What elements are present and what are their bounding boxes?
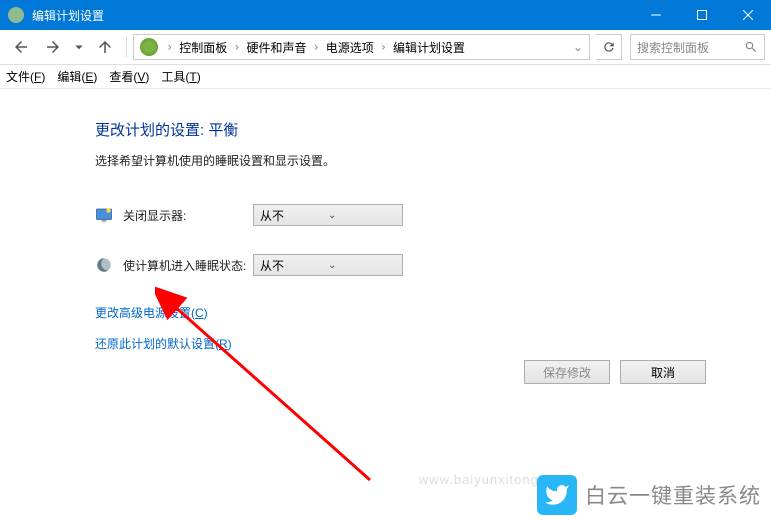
- maximize-button[interactable]: [679, 0, 725, 30]
- content-area: 更改计划的设置: 平衡 选择希望计算机使用的睡眠设置和显示设置。 关闭显示器: …: [0, 89, 771, 352]
- up-button[interactable]: [90, 33, 120, 61]
- watermark: 白云一键重装系统: [537, 475, 761, 515]
- setting-label: 关闭显示器:: [123, 207, 253, 224]
- minimize-button[interactable]: [633, 0, 679, 30]
- button-bar: 保存修改 取消: [524, 360, 706, 384]
- menu-bar: 文件(F) 编辑(E) 查看(V) 工具(T): [0, 65, 771, 89]
- control-panel-icon: [140, 38, 158, 56]
- breadcrumb[interactable]: › 控制面板 › 硬件和声音 › 电源选项 › 编辑计划设置 ⌄: [133, 34, 590, 60]
- moon-icon: [95, 256, 113, 274]
- menu-view[interactable]: 查看(V): [109, 68, 149, 85]
- setting-label: 使计算机进入睡眠状态:: [123, 257, 253, 274]
- window-titlebar: 编辑计划设置: [0, 0, 771, 30]
- navigation-bar: › 控制面板 › 硬件和声音 › 电源选项 › 编辑计划设置 ⌄ 搜索控制面板: [0, 30, 771, 65]
- sleep-dropdown[interactable]: 从不 ⌄: [253, 254, 403, 276]
- search-icon: [744, 40, 758, 54]
- menu-file[interactable]: 文件(F): [6, 68, 45, 85]
- watermark-text: 白云一键重装系统: [585, 480, 761, 510]
- page-title: 更改计划的设置: 平衡: [95, 119, 771, 140]
- chevron-right-icon: ›: [229, 40, 244, 54]
- setting-sleep: 使计算机进入睡眠状态: 从不 ⌄: [95, 254, 771, 276]
- forward-button[interactable]: [38, 33, 68, 61]
- cancel-button[interactable]: 取消: [620, 360, 706, 384]
- setting-display-off: 关闭显示器: 从不 ⌄: [95, 204, 771, 226]
- display-off-dropdown[interactable]: 从不 ⌄: [253, 204, 403, 226]
- page-description: 选择希望计算机使用的睡眠设置和显示设置。: [95, 152, 771, 169]
- monitor-icon: [95, 206, 113, 224]
- breadcrumb-item[interactable]: 编辑计划设置: [391, 39, 467, 56]
- watermark-logo-icon: [537, 475, 577, 515]
- back-button[interactable]: [6, 33, 36, 61]
- breadcrumb-item[interactable]: 电源选项: [324, 39, 376, 56]
- window-icon: [8, 7, 24, 23]
- menu-edit[interactable]: 编辑(E): [57, 68, 97, 85]
- breadcrumb-item[interactable]: 控制面板: [177, 39, 229, 56]
- refresh-button[interactable]: [596, 34, 622, 60]
- chevron-right-icon: ›: [162, 40, 177, 54]
- chevron-down-icon: ⌄: [328, 260, 396, 271]
- breadcrumb-item[interactable]: 硬件和声音: [244, 39, 308, 56]
- chevron-down-icon[interactable]: ⌄: [573, 40, 583, 54]
- advanced-power-settings-link[interactable]: 更改高级电源设置(C): [95, 304, 771, 321]
- chevron-right-icon: ›: [309, 40, 324, 54]
- chevron-right-icon: ›: [376, 40, 391, 54]
- restore-defaults-link[interactable]: 还原此计划的默认设置(R): [95, 335, 771, 352]
- close-button[interactable]: [725, 0, 771, 30]
- save-button[interactable]: 保存修改: [524, 360, 610, 384]
- recent-dropdown[interactable]: [70, 33, 88, 61]
- menu-tools[interactable]: 工具(T): [161, 68, 200, 85]
- search-placeholder: 搜索控制面板: [637, 39, 744, 56]
- window-title: 编辑计划设置: [32, 7, 633, 24]
- chevron-down-icon: ⌄: [328, 210, 396, 221]
- search-input[interactable]: 搜索控制面板: [630, 34, 765, 60]
